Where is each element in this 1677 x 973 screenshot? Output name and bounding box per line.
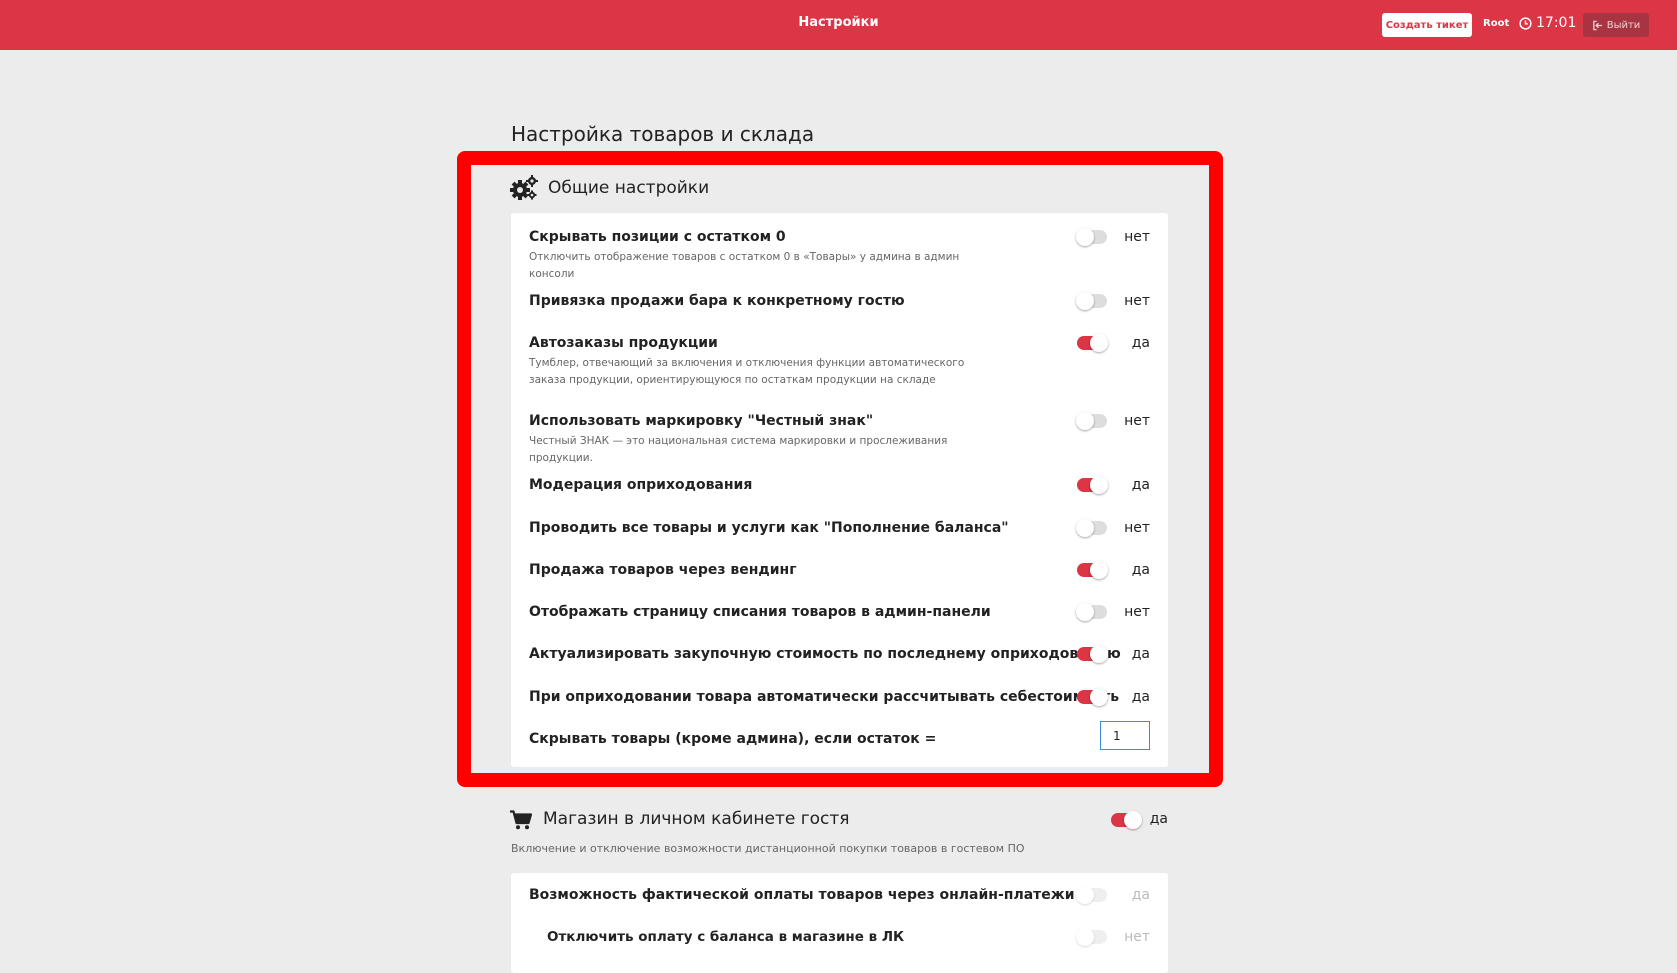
toggle-state: нет (1124, 229, 1150, 245)
logout-icon (1592, 20, 1602, 30)
setting-row-honest-sign: Использовать маркировку "Честный знак" Ч… (529, 412, 1150, 467)
toggle-state: да (1131, 646, 1150, 662)
setting-label: Привязка продажи бара к конкретному гост… (529, 293, 905, 309)
page-title: Настройка товаров и склада (511, 122, 815, 146)
general-settings-header: Общие настройки (510, 175, 709, 201)
receipt-moderation-toggle[interactable] (1077, 476, 1108, 494)
shop-section-title: Магазин в личном кабинете гостя (543, 809, 850, 829)
setting-row-disable-balance-payment: Отключить оплату с баланса в магазине в … (547, 928, 1150, 946)
setting-description: Честный ЗНАК — это национальная система … (529, 435, 948, 464)
setting-row-balance-topup: Проводить все товары и услуги как "Попол… (529, 519, 1150, 537)
hide-threshold-input[interactable] (1100, 721, 1150, 750)
logout-label: Выйти (1606, 19, 1641, 31)
setting-row-writeoff-page: Отображать страницу списания товаров в а… (529, 603, 1150, 621)
gears-icon (510, 175, 538, 200)
setting-row-online-payment: Возможность фактической оплаты товаров ч… (529, 886, 1150, 904)
shop-section-description: Включение и отключение возможности диста… (511, 842, 1025, 855)
setting-row-auto-orders: Автозаказы продукции Тумблер, отвечающий… (529, 334, 1150, 389)
setting-label: Модерация оприходования (529, 477, 753, 493)
toggle-state: да (1131, 335, 1150, 351)
setting-label: Продажа товаров через вендинг (529, 562, 797, 578)
setting-label: При оприходовании товара автоматически р… (529, 689, 1120, 705)
toggle-state: да (1131, 689, 1150, 705)
setting-row-receipt-moderation: Модерация оприходования да (529, 476, 1150, 494)
setting-row-vending: Продажа товаров через вендинг да (529, 561, 1150, 579)
toggle-state: да (1131, 477, 1150, 493)
auto-cost-calc-toggle[interactable] (1077, 688, 1108, 706)
setting-row-update-purchase-cost: Актуализировать закупочную стоимость по … (529, 645, 1150, 663)
shop-settings-card: Возможность фактической оплаты товаров ч… (511, 873, 1168, 973)
toggle-state: нет (1124, 929, 1150, 945)
balance-topup-toggle[interactable] (1076, 519, 1107, 537)
user-name[interactable]: Root (1483, 18, 1509, 29)
bar-sale-guest-toggle[interactable] (1076, 292, 1107, 310)
cart-icon (510, 810, 532, 830)
toggle-state: нет (1124, 293, 1150, 309)
setting-label: Отключить оплату с баланса в магазине в … (547, 929, 905, 945)
toggle-state: нет (1124, 604, 1150, 620)
vending-toggle[interactable] (1077, 561, 1108, 579)
clock-time: 17:01 (1536, 15, 1577, 31)
shop-section-header: Магазин в личном кабинете гостя да (510, 808, 1168, 832)
setting-label: Отображать страницу списания товаров в а… (529, 604, 991, 620)
disable-balance-payment-toggle[interactable] (1076, 928, 1107, 946)
shop-toggle[interactable] (1111, 811, 1142, 829)
setting-label: Скрывать товары (кроме админа), если ост… (529, 731, 937, 747)
update-purchase-cost-toggle[interactable] (1077, 645, 1108, 663)
toggle-state: нет (1124, 520, 1150, 536)
writeoff-page-toggle[interactable] (1076, 603, 1107, 621)
general-settings-card: Скрывать позиции с остатком 0 Отключить … (511, 213, 1168, 767)
clock-icon (1519, 17, 1532, 30)
toggle-state: да (1131, 887, 1150, 903)
create-ticket-button[interactable]: Создать тикет (1382, 13, 1472, 37)
online-payment-toggle[interactable] (1076, 886, 1107, 904)
setting-description: Тумблер, отвечающий за включения и отклю… (529, 357, 965, 386)
setting-label: Актуализировать закупочную стоимость по … (529, 646, 1121, 662)
auto-orders-toggle[interactable] (1077, 334, 1108, 352)
setting-label: Автозаказы продукции (529, 335, 718, 351)
toggle-state: да (1131, 562, 1150, 578)
setting-row-hide-zero-stock: Скрывать позиции с остатком 0 Отключить … (529, 228, 1150, 283)
general-settings-title: Общие настройки (548, 178, 710, 198)
toggle-state: да (1149, 811, 1168, 827)
hide-zero-stock-toggle[interactable] (1076, 228, 1107, 246)
honest-sign-toggle[interactable] (1076, 412, 1107, 430)
setting-row-auto-cost-calc: При оприходовании товара автоматически р… (529, 688, 1150, 706)
setting-description: Отключить отображение товаров с остатком… (529, 251, 960, 280)
toggle-state: нет (1124, 413, 1150, 429)
setting-row-hide-threshold: Скрывать товары (кроме админа), если ост… (529, 721, 1150, 750)
setting-label: Проводить все товары и услуги как "Попол… (529, 520, 1009, 536)
setting-label: Использовать маркировку "Честный знак" (529, 413, 874, 429)
setting-row-bar-sale-guest: Привязка продажи бара к конкретному гост… (529, 292, 1150, 310)
top-bar: Настройки Создать тикет Root 17:01 Выйти (0, 0, 1677, 50)
setting-label: Возможность фактической оплаты товаров ч… (529, 887, 1075, 903)
logout-button[interactable]: Выйти (1583, 13, 1649, 37)
setting-label: Скрывать позиции с остатком 0 (529, 229, 786, 245)
